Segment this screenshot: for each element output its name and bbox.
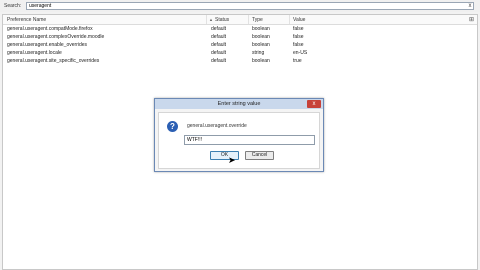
pref-name: general.useragent.compatMode.firefox	[7, 26, 93, 32]
column-divider[interactable]	[289, 15, 290, 24]
column-picker-icon[interactable]: ⊞	[469, 16, 474, 23]
table-row[interactable]: general.useragent.locale default string …	[3, 49, 477, 57]
pref-name: general.useragent.enable_overrides	[7, 42, 88, 48]
pref-status: default	[211, 58, 227, 64]
pref-type: boolean	[252, 26, 270, 32]
string-value-input[interactable]	[184, 135, 315, 145]
clear-search-icon[interactable]: x	[466, 2, 474, 10]
pref-value: false	[293, 34, 304, 40]
pref-status: default	[211, 34, 227, 40]
pref-name: general.useragent.site_specific_override…	[7, 58, 100, 64]
question-icon: ?	[167, 121, 178, 132]
column-header-value[interactable]: Value	[293, 17, 305, 23]
dialog-titlebar[interactable]: Enter string value x	[155, 99, 323, 109]
column-header-type[interactable]: Type	[252, 17, 263, 23]
close-icon[interactable]: x	[307, 100, 321, 108]
pref-value: en-US	[293, 50, 308, 56]
string-value-dialog: Enter string value x ? general.useragent…	[154, 98, 324, 172]
cancel-button[interactable]: Cancel	[245, 151, 274, 160]
pref-type: string	[252, 50, 265, 56]
pref-status: default	[211, 50, 227, 56]
pref-status: default	[211, 26, 227, 32]
pref-status: default	[211, 42, 227, 48]
table-row[interactable]: general.useragent.enable_overrides defau…	[3, 41, 477, 49]
pref-value: true	[293, 58, 302, 64]
pref-value: false	[293, 26, 304, 32]
table-body: general.useragent.compatMode.firefox def…	[3, 25, 477, 65]
pref-name: general.useragent.complexOverride.moodle	[7, 34, 105, 40]
search-label: Search:	[4, 3, 22, 9]
dialog-title: Enter string value	[217, 101, 261, 107]
pref-type: boolean	[252, 58, 270, 64]
pref-name: general.useragent.locale	[7, 50, 62, 56]
search-bar: Search: x	[0, 0, 480, 12]
dialog-prompt: general.useragent.override	[187, 123, 247, 129]
column-divider[interactable]	[206, 15, 207, 24]
sort-icon[interactable]: ▲	[209, 17, 213, 22]
column-header-name[interactable]: Preference Name	[7, 17, 46, 23]
table-row[interactable]: general.useragent.site_specific_override…	[3, 57, 477, 65]
pref-type: boolean	[252, 42, 270, 48]
column-header-status[interactable]: Status	[215, 17, 229, 23]
pref-type: boolean	[252, 34, 270, 40]
search-input[interactable]	[26, 2, 474, 10]
table-row[interactable]: general.useragent.compatMode.firefox def…	[3, 25, 477, 33]
table-row[interactable]: general.useragent.complexOverride.moodle…	[3, 33, 477, 41]
pref-value: false	[293, 42, 304, 48]
dialog-body: ? general.useragent.override OK Cancel ➤	[158, 112, 320, 169]
mouse-cursor-icon: ➤	[228, 155, 236, 165]
column-divider[interactable]	[248, 15, 249, 24]
table-header: Preference Name ▲ Status Type Value ⊞	[3, 15, 477, 25]
